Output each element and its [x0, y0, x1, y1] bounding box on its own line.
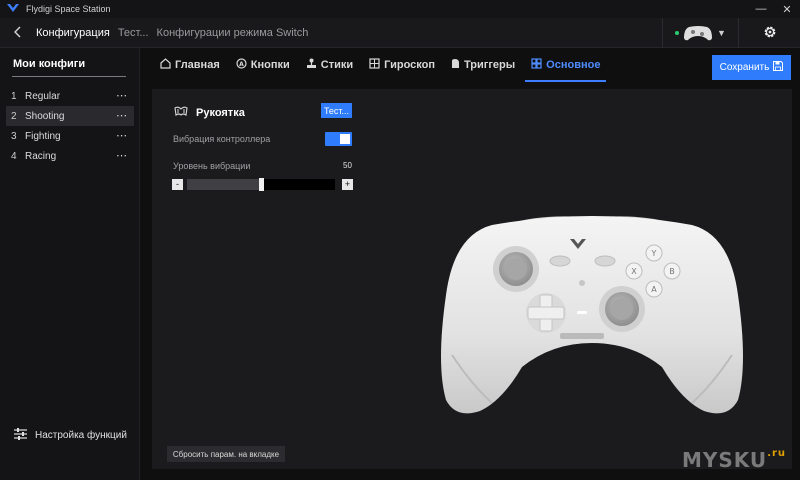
device-selector[interactable]: ▼: [662, 18, 738, 48]
tab-triggers[interactable]: Триггеры: [451, 48, 515, 82]
title-bar: Flydigi Space Station — ✕: [0, 0, 800, 18]
slider-thumb[interactable]: [259, 178, 264, 191]
tab-label: Триггеры: [463, 59, 516, 71]
tab-gyroscope[interactable]: Гироскоп: [369, 48, 435, 82]
controller-thumbnail-icon: [683, 24, 713, 42]
config-label: Fighting: [25, 130, 61, 142]
minimize-button[interactable]: —: [748, 0, 774, 18]
settings-button[interactable]: [738, 18, 800, 48]
vibration-level-label: Уровень вибрации: [173, 161, 251, 171]
controller-image: Y X B A: [432, 205, 752, 423]
grip-title: Рукоятка: [196, 106, 245, 119]
config-number: 4: [11, 150, 17, 162]
save-button[interactable]: Сохранить: [712, 55, 791, 80]
tab-buttons[interactable]: A Кнопки: [236, 48, 290, 82]
svg-text:B: B: [669, 267, 675, 276]
grid-icon: [531, 58, 542, 72]
function-settings-label: Настройка функций: [35, 430, 127, 441]
sliders-icon: [14, 428, 27, 443]
svg-text:Y: Y: [651, 249, 657, 258]
config-list: 1 Regular ⋯ 2 Shooting ⋯ 3 Fighting ⋯ 4 …: [6, 86, 134, 166]
config-number: 3: [11, 130, 17, 142]
tab-label: Стики: [320, 59, 354, 71]
chevron-left-icon: [13, 25, 22, 41]
test-vibration-button[interactable]: Тест...: [321, 103, 352, 118]
increase-button[interactable]: +: [342, 179, 353, 190]
more-options-icon[interactable]: ⋯: [116, 149, 128, 162]
gear-icon: [763, 25, 777, 42]
config-label: Shooting: [25, 110, 65, 122]
vibration-label: Вибрация контроллера: [173, 134, 271, 144]
tab-home[interactable]: Главная: [160, 48, 220, 82]
back-button[interactable]: [0, 18, 36, 48]
divider: [12, 76, 126, 77]
vibration-level-value: 50: [343, 161, 352, 170]
app-logo-icon: [6, 2, 20, 16]
grip-icon: [174, 105, 188, 120]
floppy-disk-icon: [773, 61, 784, 74]
tab-label: Основное: [546, 59, 601, 71]
sidebar: Мои конфиги 1 Regular ⋯ 2 Shooting ⋯ 3 F…: [0, 48, 140, 480]
close-button[interactable]: ✕: [774, 0, 800, 18]
watermark-suffix: .ru: [767, 448, 787, 459]
home-icon: [160, 58, 171, 72]
joystick-icon: [306, 58, 317, 72]
tab-label: Гироскоп: [384, 59, 435, 71]
vibration-level-slider[interactable]: - +: [172, 178, 353, 191]
config-item-regular[interactable]: 1 Regular ⋯: [6, 86, 134, 106]
more-options-icon[interactable]: ⋯: [116, 129, 128, 142]
trigger-icon: [451, 58, 460, 72]
tab-label: Главная: [175, 59, 220, 71]
config-item-fighting[interactable]: 3 Fighting ⋯: [6, 126, 134, 146]
config-item-shooting[interactable]: 2 Shooting ⋯: [6, 106, 134, 126]
more-options-icon[interactable]: ⋯: [116, 89, 128, 102]
button-a-icon: A: [236, 58, 247, 72]
sidebar-title: Мои конфиги: [13, 58, 86, 70]
svg-text:A: A: [651, 285, 657, 294]
watermark-text: MYSKU: [682, 448, 768, 472]
more-options-icon[interactable]: ⋯: [116, 109, 128, 122]
tab-bar: Главная A Кнопки Стики Гироскоп Триггеры…: [160, 48, 616, 82]
function-settings-button[interactable]: Настройка функций: [14, 428, 127, 443]
decrease-button[interactable]: -: [172, 179, 183, 190]
svg-text:X: X: [631, 267, 637, 276]
save-label: Сохранить: [719, 62, 770, 73]
reset-tab-settings-button[interactable]: Сбросить парам. на вкладке: [167, 446, 285, 462]
config-item-racing[interactable]: 4 Racing ⋯: [6, 146, 134, 166]
config-label: Regular: [25, 90, 61, 102]
vibration-toggle[interactable]: [325, 132, 352, 146]
tab-general[interactable]: Основное: [525, 48, 607, 82]
header-bar: Конфигурация Тест... Конфигурации режима…: [0, 18, 800, 48]
breadcrumb-configuration[interactable]: Конфигурация: [36, 27, 110, 39]
chevron-down-icon: ▼: [717, 28, 726, 38]
app-title: Flydigi Space Station: [26, 4, 111, 14]
slider-track[interactable]: [187, 178, 335, 191]
config-label: Racing: [25, 150, 57, 162]
slider-fill: [187, 179, 261, 190]
tab-sticks[interactable]: Стики: [306, 48, 353, 82]
toggle-knob: [340, 134, 350, 144]
connection-status-dot: [675, 31, 680, 35]
grip-section-header: Рукоятка: [174, 105, 245, 120]
svg-text:A: A: [239, 61, 244, 68]
gyro-icon: [369, 58, 380, 72]
config-number: 2: [11, 110, 17, 122]
watermark: MYSKU.ru: [682, 448, 786, 472]
config-number: 1: [11, 90, 17, 102]
tab-label: Кнопки: [250, 59, 290, 71]
breadcrumb-switch-mode[interactable]: Конфигурации режима Switch: [157, 27, 309, 39]
breadcrumb-test[interactable]: Тест...: [118, 27, 149, 39]
